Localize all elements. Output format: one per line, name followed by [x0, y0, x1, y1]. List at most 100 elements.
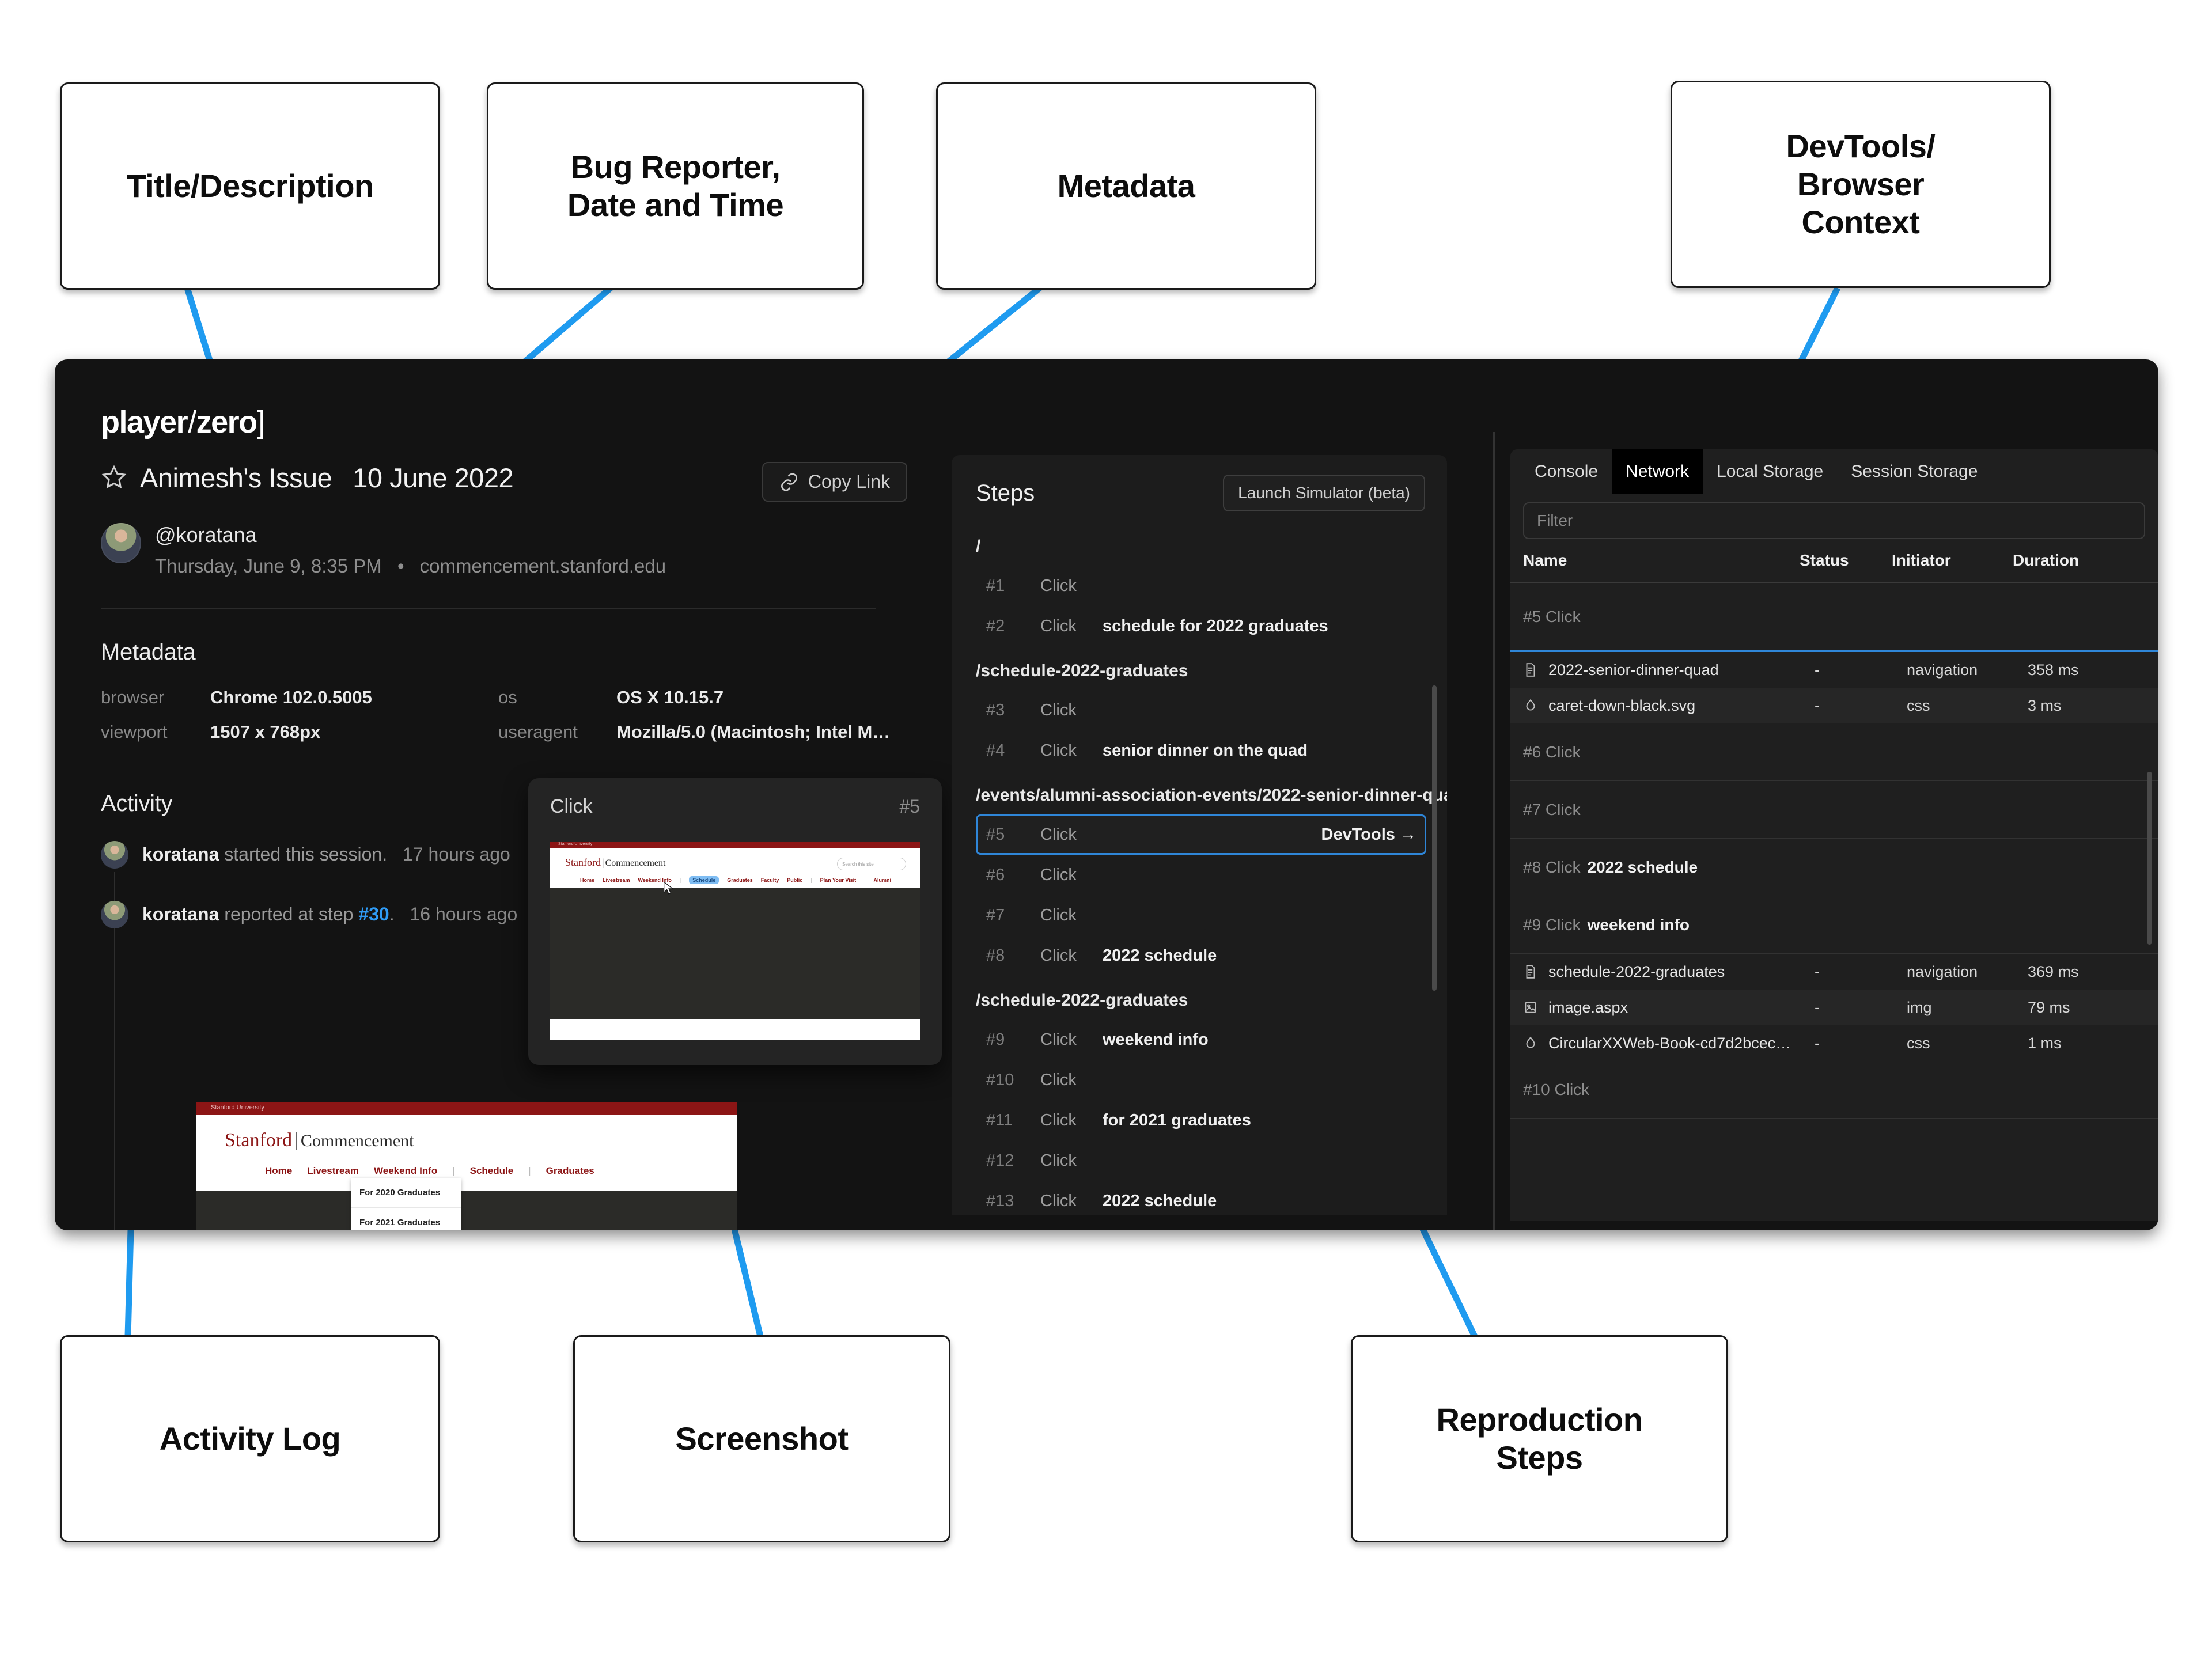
nav-item[interactable]: Livestream — [307, 1165, 359, 1177]
filter-input[interactable]: Filter — [1523, 502, 2145, 539]
table-row[interactable]: 2022-senior-dinner-quad - navigation 358… — [1510, 652, 2158, 688]
step-row[interactable]: #3 Click — [976, 690, 1431, 730]
player-zero-app-window: player/zero] Animesh's Issue 10 June 202… — [55, 359, 2158, 1230]
step-row[interactable]: #13 Click 2022 schedule — [976, 1181, 1431, 1215]
nav-item[interactable]: Livestream — [603, 877, 630, 883]
nav-item[interactable]: Graduates — [727, 877, 753, 883]
nav-item[interactable]: Public — [787, 877, 802, 883]
request-status: - — [1815, 661, 1907, 679]
copy-link-label: Copy Link — [808, 471, 890, 492]
table-row[interactable]: caret-down-black.svg - css 3 ms — [1510, 688, 2158, 723]
activity-screenshot[interactable]: Stanford University Stanford|Commencemen… — [196, 1102, 737, 1230]
document-icon — [1523, 662, 1538, 678]
devtools-link[interactable]: DevTools → — [1321, 825, 1425, 844]
network-group-row[interactable]: #5 Click — [1510, 583, 2158, 652]
step-row[interactable]: #9 Click weekend info — [976, 1020, 1431, 1060]
stanford-nav: Home Livestream Weekend Info | Schedule … — [580, 876, 891, 884]
nav-item-highlighted[interactable]: Schedule — [689, 876, 719, 884]
step-action: Click — [1040, 1030, 1103, 1049]
steps-group-url: / — [976, 537, 1431, 556]
step-row[interactable]: #11 Click for 2021 graduates — [976, 1100, 1431, 1140]
nav-item[interactable]: Home — [580, 877, 594, 883]
table-row[interactable]: schedule-2022-graduates - navigation 369… — [1510, 954, 2158, 990]
nav-item[interactable]: Graduates — [546, 1165, 594, 1177]
step-row[interactable]: #2 Click schedule for 2022 graduates — [976, 606, 1431, 646]
star-icon[interactable] — [101, 464, 127, 491]
nav-separator: | — [452, 1165, 454, 1177]
step-action: Click — [1040, 741, 1103, 760]
column-header-initiator[interactable]: Initiator — [1892, 551, 2013, 570]
document-icon — [1523, 964, 1538, 980]
reporter-handle[interactable]: @koratana — [155, 523, 666, 547]
metadata-row: browser Chrome 102.0.5005 — [101, 687, 498, 708]
step-row[interactable]: #7 Click — [976, 895, 1431, 935]
network-group-step-detail: 2022 schedule — [1588, 858, 1698, 876]
column-header-duration[interactable]: Duration — [2013, 551, 2128, 570]
network-group-row[interactable]: #7 Click — [1510, 781, 2158, 839]
step-row[interactable]: #10 Click — [976, 1060, 1431, 1100]
logo-slash: / — [188, 405, 196, 439]
stanford-topbar: Stanford University — [196, 1102, 737, 1115]
step-row-selected[interactable]: #5 Click DevTools → — [976, 814, 1426, 855]
step-number: #9 — [986, 1030, 1040, 1049]
steps-scrollbar[interactable] — [1432, 685, 1437, 991]
step-row[interactable]: #12 Click — [976, 1140, 1431, 1181]
separator-dot: • — [397, 555, 404, 577]
nav-item[interactable]: Faculty — [761, 877, 779, 883]
css-icon — [1523, 1035, 1538, 1051]
callout-activity-log: Activity Log — [60, 1335, 440, 1542]
stanford-header: Stanford|Commencement Search this site H… — [550, 848, 920, 888]
callout-bug-reporter: Bug Reporter, Date and Time — [487, 82, 864, 290]
step-row[interactable]: #6 Click — [976, 855, 1431, 895]
step-row[interactable]: #1 Click — [976, 566, 1431, 606]
stanford-topbar: Stanford University — [550, 842, 920, 848]
devtools-scrollbar[interactable] — [2147, 772, 2152, 945]
step-action: Click — [1040, 1151, 1103, 1170]
cursor-icon — [663, 881, 675, 896]
step-row[interactable]: #8 Click 2022 schedule — [976, 935, 1431, 976]
request-name: schedule-2022-graduates — [1548, 963, 1815, 981]
nav-item[interactable]: Schedule — [470, 1165, 514, 1177]
search-input[interactable]: Search this site — [837, 858, 906, 870]
metadata-row: useragent Mozilla/5.0 (Macintosh; Intel … — [498, 722, 896, 742]
tab-session-storage[interactable]: Session Storage — [1837, 449, 1991, 494]
activity-step-link[interactable]: #30 — [358, 904, 389, 924]
tab-console[interactable]: Console — [1521, 449, 1612, 494]
panel-divider[interactable] — [1493, 432, 1495, 1230]
menu-item[interactable]: For 2021 Graduates — [351, 1208, 461, 1230]
nav-item[interactable]: Plan Your Visit — [820, 877, 857, 883]
nav-item[interactable]: Home — [265, 1165, 292, 1177]
step-row[interactable]: #4 Click senior dinner on the quad — [976, 730, 1431, 771]
tab-local-storage[interactable]: Local Storage — [1703, 449, 1837, 494]
activity-text: koratana started this session. 17 hours … — [142, 840, 510, 865]
callout-reproduction-steps: Reproduction Steps — [1351, 1335, 1728, 1542]
step-label: weekend info — [1103, 1030, 1209, 1049]
request-duration: 358 ms — [2028, 661, 2143, 679]
steps-title: Steps — [976, 480, 1035, 506]
table-row[interactable]: image.aspx - img 79 ms — [1510, 990, 2158, 1025]
tab-network[interactable]: Network — [1612, 449, 1703, 494]
metadata-grid: browser Chrome 102.0.5005 viewport 1507 … — [101, 687, 965, 756]
issue-timestamp: Thursday, June 9, 8:35 PM — [155, 555, 382, 577]
column-header-name[interactable]: Name — [1523, 551, 1800, 570]
step-action: Click — [1040, 617, 1103, 636]
network-group-row[interactable]: #10 Click — [1510, 1061, 2158, 1119]
copy-link-button[interactable]: Copy Link — [762, 462, 907, 502]
table-row[interactable]: CircularXXWeb-Book-cd7d2bcec… - css 1 ms — [1510, 1025, 2158, 1061]
css-icon — [1523, 698, 1538, 714]
launch-simulator-button[interactable]: Launch Simulator (beta) — [1223, 475, 1425, 511]
network-group-row[interactable]: #8 Click2022 schedule — [1510, 839, 2158, 896]
stanford-wordmark: Stanford — [225, 1130, 292, 1151]
request-duration: 3 ms — [2028, 697, 2143, 715]
column-header-status[interactable]: Status — [1800, 551, 1892, 570]
activity-action: reported at step — [224, 904, 353, 924]
nav-item[interactable]: Weekend Info — [374, 1165, 437, 1177]
network-group-row[interactable]: #9 Clickweekend info — [1510, 896, 2158, 954]
steps-header: Steps Launch Simulator (beta) — [952, 455, 1447, 511]
network-group-row[interactable]: #6 Click — [1510, 723, 2158, 781]
nav-item[interactable]: Alumni — [874, 877, 892, 883]
screenshot-popup-card[interactable]: Click #5 Stanford University Stanford|Co… — [528, 778, 942, 1065]
request-duration: 79 ms — [2028, 999, 2143, 1017]
menu-item[interactable]: For 2020 Graduates — [351, 1178, 461, 1208]
screenshot-root: Title/Description Bug Reporter, Date and… — [0, 0, 2212, 1660]
